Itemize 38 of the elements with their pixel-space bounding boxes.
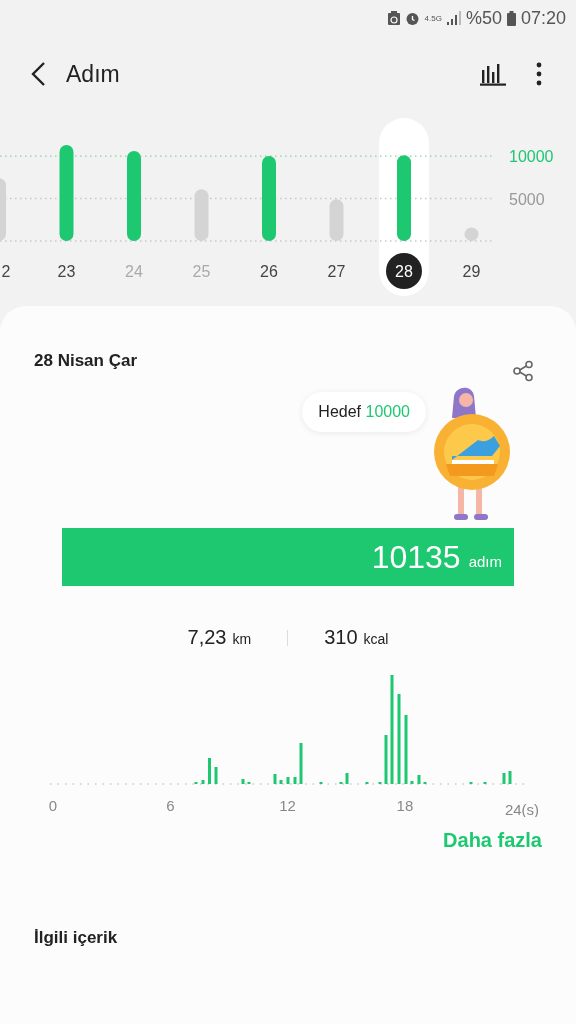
hour-axis-label: 6 (166, 797, 175, 814)
clock: 07:20 (520, 7, 566, 29)
stat-unit: km (232, 631, 252, 647)
day-label[interactable]: 23 (57, 263, 76, 280)
hour-axis-label: 12 (279, 797, 296, 814)
day-step-bar[interactable] (59, 145, 74, 241)
day-step-bar[interactable] (127, 150, 141, 241)
day-label[interactable]: 26 (260, 263, 278, 280)
alarm-icon (404, 10, 420, 26)
network-type: 4.5G (424, 13, 442, 23)
battery-percent: %50 (465, 7, 502, 29)
axis-tick-label: 5000 (509, 190, 545, 208)
selected-day-circle (386, 253, 422, 289)
day-step-bar[interactable] (194, 189, 209, 241)
day-step-bar[interactable] (0, 178, 6, 241)
step-count: 10135 (371, 538, 461, 576)
page-title: Adım (66, 60, 120, 88)
axis-tick-label: 10000 (509, 148, 554, 166)
signal-icon (446, 11, 461, 25)
day-label[interactable]: 29 (462, 263, 481, 280)
stat-value: 310 (324, 626, 358, 649)
section-title: İlgili içerik (33, 928, 119, 948)
stat-unit: kcal (363, 631, 389, 647)
date-label: 28 Nisan Çar (34, 351, 137, 371)
step-unit: adım (468, 552, 502, 570)
day-label[interactable]: 2 (1, 263, 11, 280)
recycle-notification-icon (387, 11, 400, 25)
goal-speech-bubble: Hedef 10000 (302, 392, 426, 432)
day-step-bar[interactable] (464, 227, 479, 241)
hour-axis-label: 18 (396, 797, 414, 814)
day-step-bar[interactable] (329, 199, 344, 241)
day-step-bar[interactable] (397, 155, 411, 241)
day-label[interactable]: 27 (327, 263, 346, 280)
stat-value: 7,23 (187, 626, 227, 649)
hour-axis-label: 0 (48, 797, 58, 814)
day-label[interactable]: 28 (395, 263, 413, 280)
day-step-bar[interactable] (262, 156, 276, 241)
battery-icon (506, 10, 516, 26)
